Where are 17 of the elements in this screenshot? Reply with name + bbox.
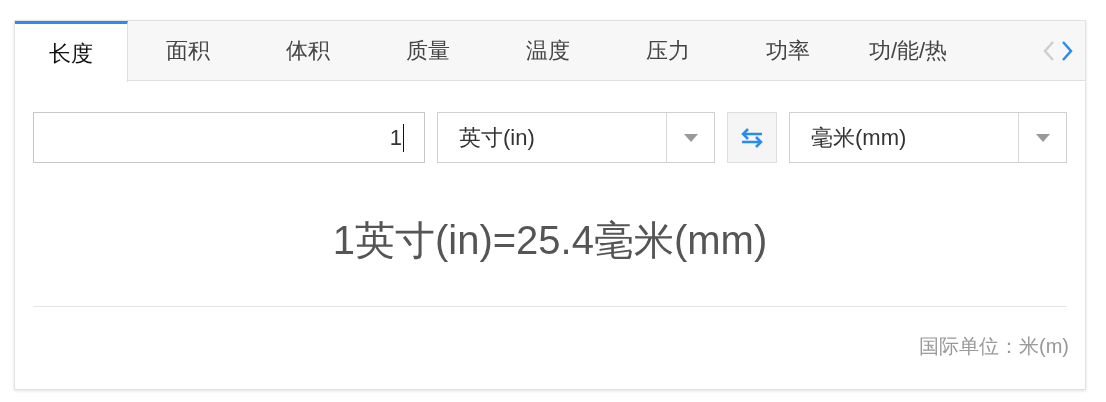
unit-select[interactable]: 毫米(mm) (789, 112, 1067, 163)
dropdown-caret-icon (683, 133, 698, 142)
tab[interactable]: 长度 (15, 21, 128, 82)
conversion-result: 1英寸(in)=25.4毫米(mm) (332, 217, 768, 264)
tab[interactable]: 功/能/热 (848, 21, 968, 80)
swap-arrows-icon (740, 127, 764, 148)
tab[interactable]: 温度 (488, 21, 608, 80)
tab[interactable]: 质量 (368, 21, 488, 80)
tab[interactable]: 面积 (128, 21, 248, 80)
tab[interactable]: 体积 (248, 21, 368, 80)
tab[interactable]: 功率 (728, 21, 848, 80)
tab[interactable]: 压力 (608, 21, 728, 80)
value-input[interactable]: 1 (33, 112, 425, 163)
standard-unit-note: 国际单位：米(m) (919, 334, 1069, 359)
swap-button[interactable] (727, 112, 777, 163)
dropdown-caret-icon (1035, 133, 1050, 142)
unit-select[interactable]: 英寸(in) (437, 112, 715, 163)
